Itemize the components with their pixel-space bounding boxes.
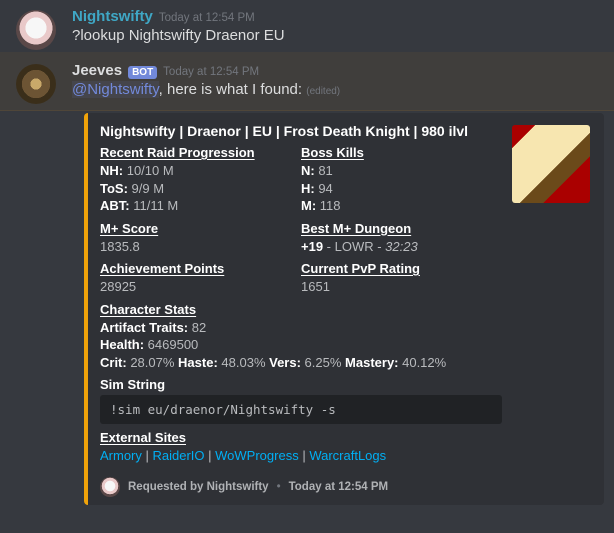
field-achievement-points: Achievement Points 28925	[100, 261, 301, 296]
mention-highlight: Jeeves BOT Today at 12:54 PM @Nightswift…	[0, 52, 614, 111]
field-sim-string: Sim String !sim eu/draenor/Nightswifty -…	[100, 377, 502, 424]
field-pvp-rating: Current PvP Rating 1651	[301, 261, 502, 296]
reply-text: , here is what I found:	[159, 81, 302, 98]
label: NH:	[100, 163, 123, 178]
footer-avatar	[100, 477, 120, 497]
message-user: Nightswifty Today at 12:54 PM ?lookup Ni…	[12, 0, 614, 52]
label: Crit:	[100, 355, 127, 370]
embed-title: Nightswifty | Draenor | EU | Frost Death…	[100, 123, 502, 139]
username[interactable]: Jeeves	[72, 62, 122, 79]
field-name: Sim String	[100, 377, 502, 392]
field-value: Armory | RaiderIO | WoWProgress | Warcra…	[100, 447, 502, 465]
separator: |	[299, 448, 310, 463]
field-name: Current PvP Rating	[301, 261, 502, 276]
label: Artifact Traits:	[100, 320, 188, 335]
field-character-stats: Character Stats Artifact Traits: 82 Heal…	[100, 302, 502, 372]
embed-footer: Requested by Nightswifty • Today at 12:5…	[100, 477, 502, 497]
field-value: N: 81 H: 94 M: 118	[301, 162, 502, 215]
footer-dot: •	[277, 481, 281, 493]
field-name: Achievement Points	[100, 261, 301, 276]
avatar[interactable]	[16, 64, 56, 104]
message-body: Jeeves BOT Today at 12:54 PM @Nightswift…	[72, 62, 610, 104]
value: 6.25%	[301, 355, 345, 370]
field-name: Character Stats	[100, 302, 502, 317]
field-value: Artifact Traits: 82 Health: 6469500 Crit…	[100, 319, 502, 372]
field-mplus-score: M+ Score 1835.8	[100, 221, 301, 256]
username[interactable]: Nightswifty	[72, 8, 153, 25]
embed-fields: Recent Raid Progression NH: 10/10 M ToS:…	[100, 145, 502, 471]
label: ToS:	[100, 181, 128, 196]
edited-label: (edited)	[306, 86, 340, 97]
embed-thumbnail[interactable]	[512, 125, 590, 203]
link-wowprogress[interactable]: WoWProgress	[215, 448, 299, 463]
label: M:	[301, 198, 316, 213]
field-name: Recent Raid Progression	[100, 145, 301, 160]
message-content: ?lookup Nightswifty Draenor EU	[72, 27, 610, 44]
bot-tag: BOT	[128, 66, 157, 79]
value: 28.07%	[127, 355, 178, 370]
footer-time: Today at 12:54 PM	[289, 481, 389, 493]
label: Health:	[100, 337, 144, 352]
value: 40.12%	[399, 355, 447, 370]
message-header: Nightswifty Today at 12:54 PM	[72, 8, 610, 25]
embed-container: Nightswifty | Draenor | EU | Frost Death…	[84, 113, 614, 505]
value: 82	[188, 320, 206, 335]
field-name: Boss Kills	[301, 145, 502, 160]
field-value: +19 - LOWR - 32:23	[301, 238, 502, 256]
field-value: NH: 10/10 M ToS: 9/9 M ABT: 11/11 M	[100, 162, 301, 215]
link-raiderio[interactable]: RaiderIO	[153, 448, 205, 463]
separator: |	[205, 448, 216, 463]
field-name: External Sites	[100, 430, 502, 445]
value: 9/9 M	[128, 181, 164, 196]
label: N:	[301, 163, 315, 178]
field-value: 28925	[100, 278, 301, 296]
avatar[interactable]	[16, 10, 56, 50]
label: Mastery:	[345, 355, 398, 370]
label: Haste:	[178, 355, 218, 370]
value: 94	[315, 181, 333, 196]
separator: |	[142, 448, 153, 463]
key-level: +19	[301, 239, 323, 254]
field-value: 1835.8	[100, 238, 301, 256]
time: 32:23	[385, 239, 418, 254]
sim-code[interactable]: !sim eu/draenor/Nightswifty -s	[100, 395, 502, 424]
value: 11/11 M	[130, 198, 179, 213]
field-best-dungeon: Best M+ Dungeon +19 - LOWR - 32:23	[301, 221, 502, 256]
value: 10/10 M	[123, 163, 174, 178]
timestamp: Today at 12:54 PM	[159, 12, 255, 24]
link-armory[interactable]: Armory	[100, 448, 142, 463]
field-name: Best M+ Dungeon	[301, 221, 502, 236]
value: 48.03%	[218, 355, 269, 370]
message-body: Nightswifty Today at 12:54 PM ?lookup Ni…	[72, 8, 610, 50]
field-name: M+ Score	[100, 221, 301, 236]
dungeon-name: - LOWR -	[323, 239, 385, 254]
message-content: @Nightswifty, here is what I found: (edi…	[72, 81, 610, 98]
field-boss-kills: Boss Kills N: 81 H: 94 M: 118	[301, 145, 502, 215]
embed: Nightswifty | Draenor | EU | Frost Death…	[84, 113, 604, 505]
field-value: 1651	[301, 278, 502, 296]
link-warcraftlogs[interactable]: WarcraftLogs	[309, 448, 386, 463]
message-header: Jeeves BOT Today at 12:54 PM	[72, 62, 610, 79]
value: 81	[315, 163, 333, 178]
value: 118	[316, 198, 340, 213]
field-raid-progression: Recent Raid Progression NH: 10/10 M ToS:…	[100, 145, 301, 215]
timestamp: Today at 12:54 PM	[163, 66, 259, 78]
field-external-sites: External Sites Armory | RaiderIO | WoWPr…	[100, 430, 502, 465]
label: Vers:	[269, 355, 301, 370]
label: H:	[301, 181, 315, 196]
message-bot: Jeeves BOT Today at 12:54 PM @Nightswift…	[12, 54, 614, 106]
footer-text: Requested by Nightswifty	[128, 481, 269, 493]
value: 6469500	[144, 337, 198, 352]
embed-main: Nightswifty | Draenor | EU | Frost Death…	[100, 123, 502, 497]
mention[interactable]: @Nightswifty	[72, 81, 159, 98]
label: ABT:	[100, 198, 130, 213]
